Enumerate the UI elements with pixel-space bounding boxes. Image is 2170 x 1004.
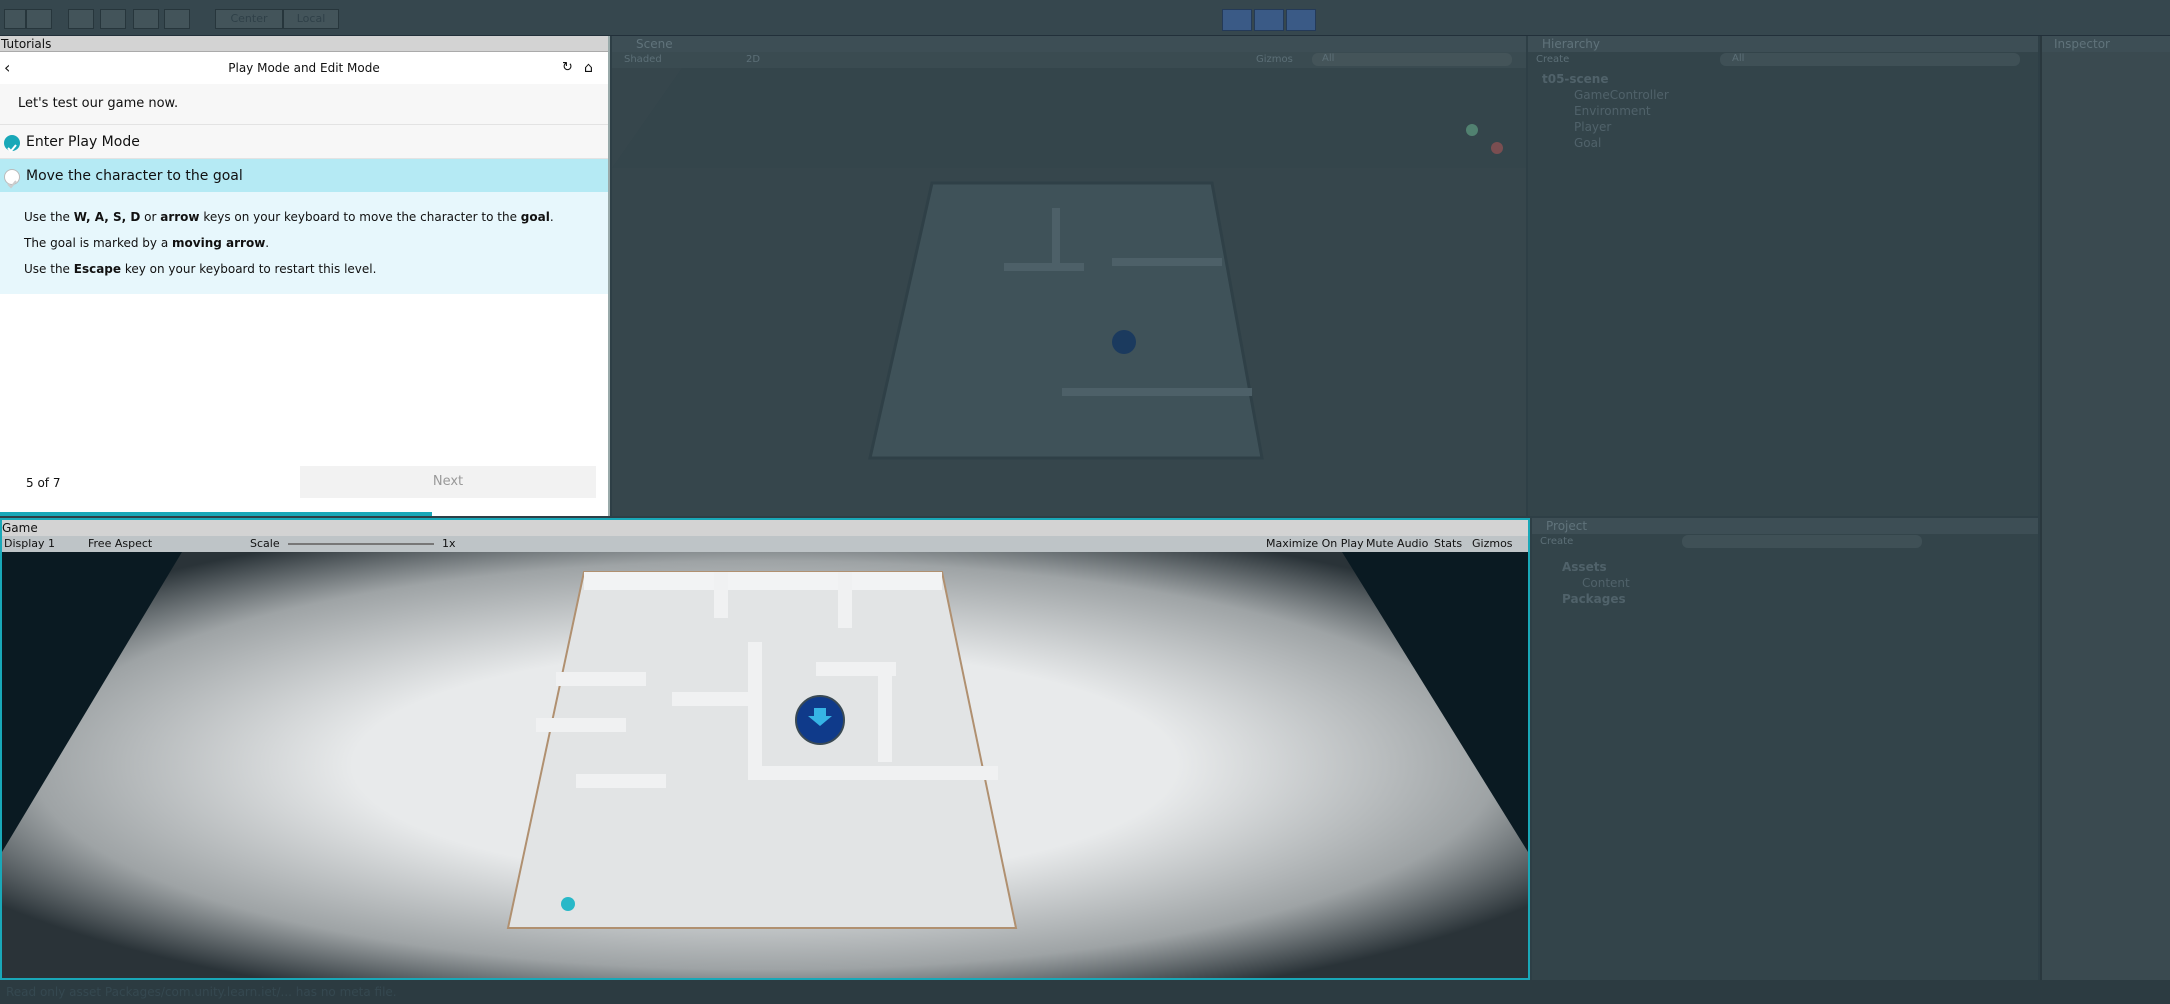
hierarchy-toolbar: Create All <box>1528 52 2038 68</box>
hierarchy-item-environment[interactable]: Environment <box>1574 104 1651 118</box>
hierarchy-item-gamecontroller[interactable]: GameController <box>1574 88 1669 102</box>
hierarchy-create-dropdown[interactable]: Create <box>1536 54 1569 65</box>
game-tabbar: Game <box>2 520 1528 536</box>
hand-tool-icon[interactable] <box>4 9 26 29</box>
back-arrow-icon[interactable]: ‹ <box>4 52 10 84</box>
project-tab[interactable]: Project <box>1546 518 1587 534</box>
tutorials-tab[interactable]: Tutorials <box>0 36 608 52</box>
game-toolbar: Display 1 Free Aspect Scale 1x Maximize … <box>2 536 1528 552</box>
status-bar: Read only asset Packages/com.unity.learn… <box>0 980 2170 1004</box>
project-search-input[interactable] <box>1682 535 1922 548</box>
stats-toggle[interactable]: Stats <box>1434 536 1462 552</box>
tutorial-progress-bar <box>0 512 432 516</box>
hierarchy-tab[interactable]: Hierarchy <box>1542 36 1600 52</box>
checkmark-icon <box>4 135 20 153</box>
rotate-tool-icon[interactable] <box>68 9 94 29</box>
aspect-dropdown[interactable]: Free Aspect <box>88 536 152 552</box>
hierarchy-tabbar: Hierarchy <box>1528 36 2038 52</box>
scene-maze-render <box>612 68 1526 460</box>
scene-tabbar: Scene <box>612 36 1526 52</box>
step-enter-play-mode[interactable]: Enter Play Mode <box>0 124 608 158</box>
scene-search-input[interactable]: All <box>1312 53 1512 66</box>
desc-line-3: Use the Escape key on your keyboard to r… <box>24 262 377 276</box>
inspector-tabbar: Inspector <box>2042 36 2170 52</box>
rect-tool-icon[interactable] <box>133 9 159 29</box>
display-dropdown[interactable]: Display 1 <box>4 536 55 552</box>
project-toolbar: Create <box>1532 534 2038 550</box>
home-icon[interactable]: ⌂ <box>584 52 593 84</box>
maximize-on-play-toggle[interactable]: Maximize On Play <box>1266 536 1364 552</box>
scale-label: Scale <box>250 537 280 550</box>
project-tabbar: Project <box>1532 518 2038 534</box>
main-toolbar: Center Local <box>0 0 2170 36</box>
desc-line-1: Use the W, A, S, D or arrow keys on your… <box>24 210 554 224</box>
game-view[interactable]: Game Display 1 Free Aspect Scale 1x Maxi… <box>0 518 1530 980</box>
restart-icon[interactable]: ↻ <box>562 52 573 84</box>
scene-view[interactable]: Scene Shaded 2D Gizmos All <box>612 36 1526 516</box>
step-move-character[interactable]: Move the character to the goal <box>0 158 608 192</box>
hierarchy-item-goal[interactable]: Goal <box>1574 136 1601 150</box>
play-button[interactable] <box>1222 9 1252 31</box>
scene-toolbar: Shaded 2D Gizmos All <box>612 52 1526 68</box>
game-gizmos-dropdown[interactable]: Gizmos <box>1472 536 1513 552</box>
move-tool-icon[interactable] <box>26 9 52 29</box>
game-render <box>2 552 1528 978</box>
tutorial-header: ‹ Play Mode and Edit Mode ↻ ⌂ <box>0 52 608 84</box>
project-create-dropdown[interactable]: Create <box>1540 536 1573 547</box>
tutorial-progress-text: 5 of 7 <box>26 476 61 490</box>
step-description: Use the W, A, S, D or arrow keys on your… <box>0 192 608 294</box>
space-toggle[interactable]: Local <box>283 9 339 29</box>
scale-value: 1x <box>442 537 456 550</box>
2d-toggle[interactable]: 2D <box>746 54 760 65</box>
tutorial-panel: Tutorials ‹ Play Mode and Edit Mode ↻ ⌂ … <box>0 36 610 516</box>
tutorial-intro: Let's test our game now. <box>0 84 608 124</box>
pause-button[interactable] <box>1254 9 1284 31</box>
pivot-toggle[interactable]: Center <box>215 9 283 29</box>
scene-gizmos-dropdown[interactable]: Gizmos <box>1256 54 1293 65</box>
step-button[interactable] <box>1286 9 1316 31</box>
transform-tool-icon[interactable] <box>164 9 190 29</box>
next-button[interactable]: Next <box>300 466 596 498</box>
hierarchy-panel: Hierarchy Create All t05-scene GameContr… <box>1528 36 2038 516</box>
scene-tab[interactable]: Scene <box>636 36 673 52</box>
hierarchy-search-input[interactable]: All <box>1720 53 2020 66</box>
project-panel: Project Create Assets Content Packages <box>1532 518 2038 980</box>
project-item-packages[interactable]: Packages <box>1562 592 1626 606</box>
step-label: Move the character to the goal <box>26 168 243 184</box>
inspector-tab[interactable]: Inspector <box>2054 36 2110 52</box>
scene-root-item[interactable]: t05-scene <box>1542 72 1609 86</box>
hierarchy-item-player[interactable]: Player <box>1574 120 1611 134</box>
player-character <box>561 897 575 911</box>
project-item-content[interactable]: Content <box>1582 576 1630 590</box>
mute-audio-toggle[interactable]: Mute Audio <box>1366 536 1428 552</box>
game-tab[interactable]: Game <box>2 520 38 536</box>
checkmark-icon <box>4 169 20 189</box>
desc-line-2: The goal is marked by a moving arrow. <box>24 236 270 250</box>
inspector-panel: Inspector <box>2040 36 2170 980</box>
scale-slider[interactable] <box>288 543 434 545</box>
shading-dropdown[interactable]: Shaded <box>624 54 662 65</box>
scale-tool-icon[interactable] <box>100 9 126 29</box>
step-label: Enter Play Mode <box>26 134 140 150</box>
tutorial-title: Play Mode and Edit Mode <box>228 61 380 75</box>
project-item-assets[interactable]: Assets <box>1562 560 1607 574</box>
